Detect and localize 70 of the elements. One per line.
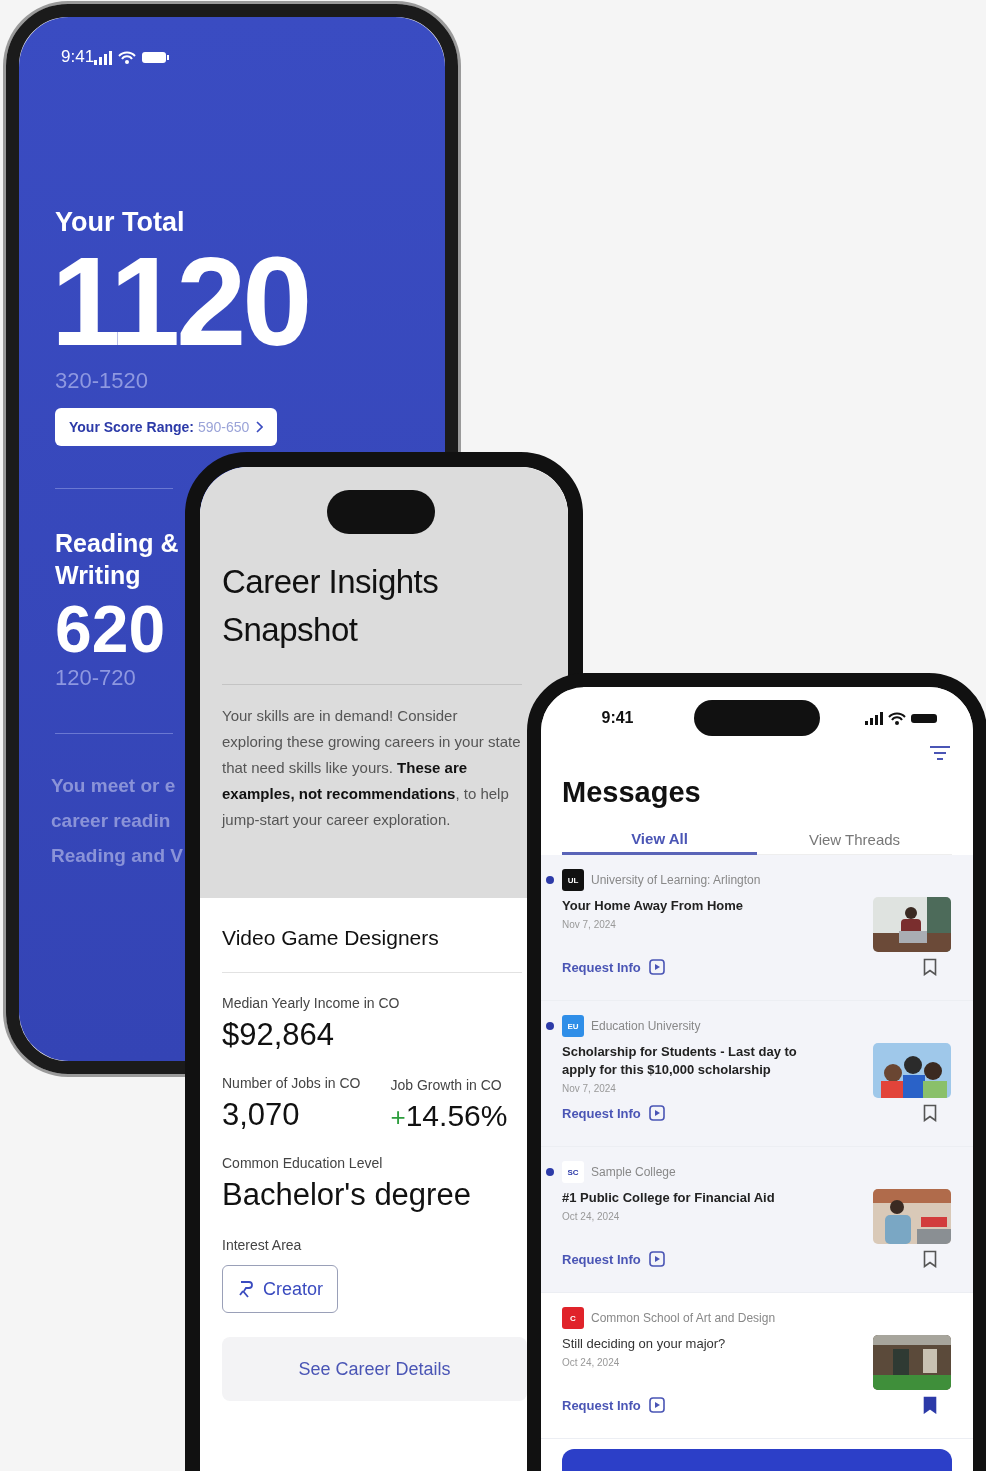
battery-icon (142, 51, 170, 63)
page-title: Career Insights Snapshot (222, 562, 440, 650)
section-scale: 120-720 (55, 665, 136, 691)
see-details-button[interactable]: See Career Details (222, 1337, 527, 1401)
message-row[interactable]: EU Education University Scholarship for Students - Last day to apply for this $10,000 scholarship Nov 7, 2024 Request Info (541, 1001, 973, 1147)
interest-label: Interest Area (222, 1237, 303, 1253)
bookmark-icon[interactable] (923, 1250, 937, 1268)
chevron-icon (255, 421, 264, 433)
signal-icon (94, 49, 113, 65)
unread-dot (546, 1168, 554, 1176)
income-label: Median Yearly Income in CO (222, 995, 401, 1011)
sender-name: Education University (591, 1019, 701, 1033)
play-icon (648, 1105, 665, 1121)
school-logo: UL (562, 869, 584, 891)
request-info-link[interactable]: Request Info (562, 1105, 665, 1121)
signal-icon (865, 711, 883, 725)
career-title: Video Game Designers (222, 926, 440, 950)
battery-icon (911, 713, 937, 723)
message-title: Scholarship for Students - Last day to apply for this $10,000 scholarship (562, 1043, 798, 1079)
message-date: Nov 7, 2024 (562, 1083, 617, 1094)
status-time: 9:41 (600, 709, 635, 727)
growth-value: 14.56% (405, 1099, 508, 1133)
message-row[interactable]: UL University of Learning: Arlington Your Home Away From Home Nov 7, 2024 Request Info (541, 855, 973, 1001)
score-range-button[interactable]: Your Score Range: 590-650 (55, 408, 278, 446)
jobs-label: Number of Jobs in CO (222, 1075, 361, 1091)
request-info-link[interactable]: Request Info (562, 1397, 665, 1413)
income-value: $92,864 (222, 1017, 336, 1053)
message-title: #1 Public College for Financial Aid (562, 1189, 776, 1207)
wifi-icon (888, 711, 906, 725)
unread-dot (546, 876, 554, 884)
unread-dot (546, 1022, 554, 1030)
note-line: Reading and V (51, 844, 183, 868)
sender-name: Sample College (591, 1165, 676, 1179)
growth-sign: + (390, 1102, 406, 1133)
school-logo: C (562, 1307, 584, 1329)
play-icon (648, 1251, 665, 1267)
play-icon (648, 1397, 665, 1413)
sender-name: Common School of Art and Design (591, 1311, 776, 1325)
jobs-value: 3,070 (222, 1097, 301, 1133)
request-info-link[interactable]: Request Info (562, 1251, 665, 1267)
interest-chip[interactable]: Creator (222, 1265, 339, 1313)
bookmark-icon[interactable] (923, 1396, 937, 1414)
message-row[interactable]: SC Sample College #1 Public College for Financial Aid Oct 24, 2024 Request Info (541, 1147, 973, 1293)
score-scale: 320-1520 (55, 368, 148, 394)
school-logo: SC (562, 1161, 584, 1183)
note-line: You meet or e (51, 774, 177, 798)
total-label: Your Total (55, 207, 185, 238)
message-date: Nov 7, 2024 (562, 919, 617, 930)
education-value: Bachelor's degree (222, 1177, 472, 1213)
section-score: 620 (55, 593, 166, 665)
bookmark-icon[interactable] (923, 1104, 937, 1122)
sender-name: University of Learning: Arlington (591, 873, 761, 887)
school-logo: EU (562, 1015, 584, 1037)
growth-label: Job Growth in CO (390, 1077, 503, 1093)
wifi-icon (118, 50, 137, 64)
intro-text: Your skills are in demand! Consider exploring these growing careers in your state that need skills like yours. These are examples, not recommendations, to help jump-start your career exploration. (222, 706, 522, 830)
filter-icon[interactable] (929, 746, 951, 760)
bookmark-icon[interactable] (923, 958, 937, 976)
request-info-link[interactable]: Request Info (562, 959, 665, 975)
education-label: Common Education Level (222, 1155, 384, 1171)
note-line: career readin (51, 809, 172, 833)
message-title: Still deciding on your major? (562, 1335, 727, 1353)
message-title: Your Home Away From Home (562, 897, 745, 915)
play-icon (648, 959, 665, 975)
section-title: Reading & Writing (55, 528, 180, 591)
message-date: Oct 24, 2024 (562, 1211, 621, 1222)
message-date: Oct 24, 2024 (562, 1357, 621, 1368)
status-time: 9:41 (61, 47, 95, 67)
total-score: 1120 (51, 242, 309, 362)
page-title: Messages (561, 776, 702, 809)
